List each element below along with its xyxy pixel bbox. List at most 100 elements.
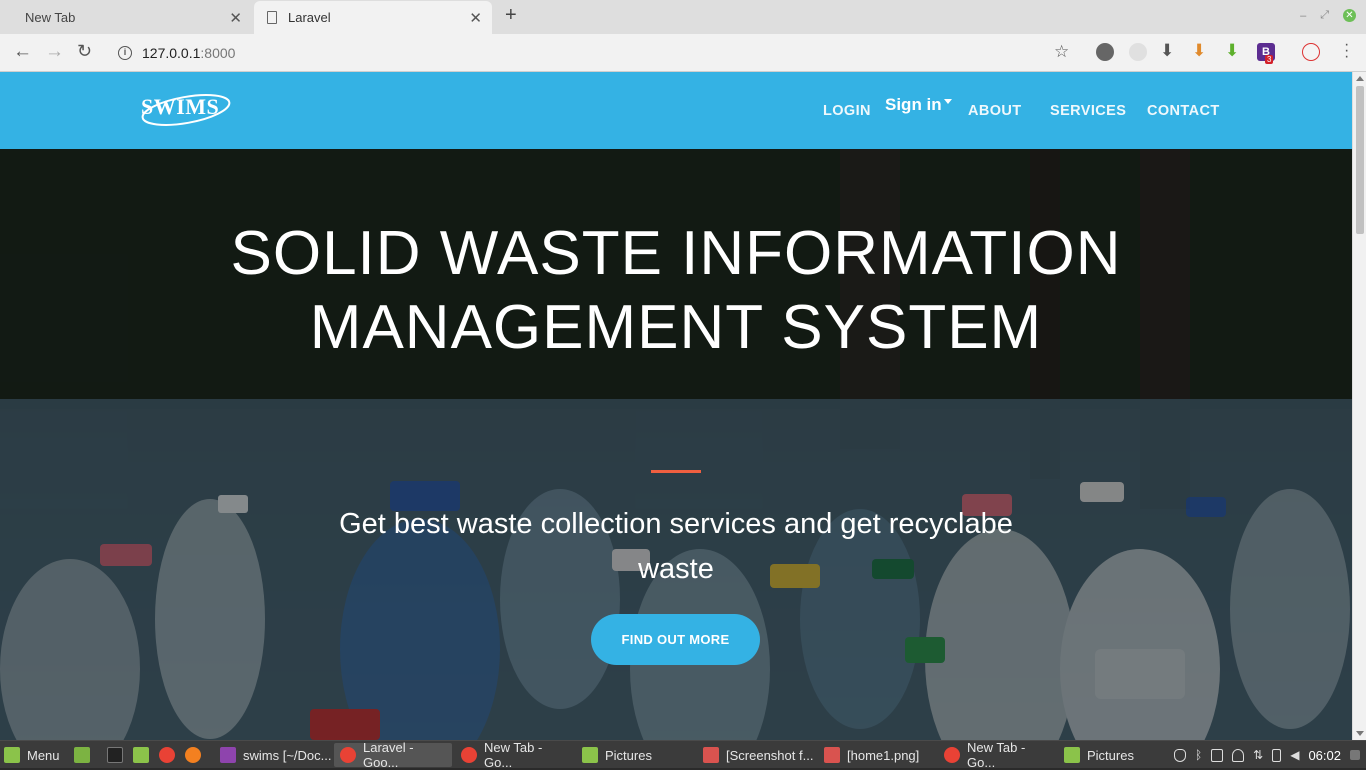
- url-port: :8000: [200, 45, 236, 61]
- close-tab-icon[interactable]: ✕: [229, 9, 242, 27]
- nav-signin-label: Sign in: [885, 95, 942, 114]
- url-text: 127.0.0.1:8000: [142, 45, 235, 61]
- extension-download-orange-icon[interactable]: ⬇: [1192, 41, 1210, 60]
- launcher-files[interactable]: [133, 741, 156, 769]
- hero-subtitle: Get best waste collection services and g…: [339, 508, 1013, 585]
- chrome-icon: [461, 747, 477, 763]
- address-bar[interactable]: i 127.0.0.1:8000: [108, 39, 1083, 67]
- menu-label: Menu: [27, 747, 60, 763]
- folder-icon: [133, 747, 149, 763]
- image-viewer-icon: [824, 747, 840, 763]
- chrome-icon: [159, 747, 175, 763]
- taskbar-window[interactable]: New Tab - Go...: [455, 740, 573, 770]
- launcher-terminal[interactable]: [107, 741, 130, 769]
- taskbar-window[interactable]: swims [~/Doc...: [214, 743, 332, 767]
- terminal-icon: [107, 747, 123, 763]
- forward-icon[interactable]: →: [45, 41, 64, 63]
- extension-globe-icon[interactable]: [1096, 43, 1114, 61]
- nav-contact[interactable]: CONTACT: [1147, 103, 1220, 119]
- tab-laravel[interactable]: Laravel ✕: [254, 1, 492, 34]
- nav-about[interactable]: ABOUT: [968, 103, 1022, 119]
- os-taskbar: Menu swims [~/Doc... Laravel - Goo... Ne…: [0, 740, 1366, 770]
- browser-toolbar: ← → ↻ i 127.0.0.1:8000 ☆ ⬇ ⬇ ⬇ B 3 · · ·: [0, 34, 1366, 72]
- tab-title: Laravel: [288, 10, 331, 25]
- shield-icon[interactable]: [1173, 748, 1186, 762]
- scrollbar-thumb[interactable]: [1356, 86, 1364, 234]
- extension-download-green-icon[interactable]: ⬇: [1225, 41, 1243, 60]
- page-icon: [267, 11, 277, 24]
- nav-signin-dropdown[interactable]: Sign in: [885, 95, 952, 115]
- taskbar-window[interactable]: New Tab - Go...: [938, 740, 1056, 770]
- hero-title-line2: MANAGEMENT SYSTEM: [309, 293, 1043, 362]
- network-icon[interactable]: ⇅: [1253, 748, 1263, 762]
- folder-icon: [1064, 747, 1080, 763]
- tab-title: New Tab: [25, 10, 76, 25]
- taskbar-window-label: swims [~/Doc...: [243, 747, 332, 763]
- taskbar-window-label: Pictures: [1087, 747, 1134, 763]
- taskbar-window-label: [home1.png]: [847, 747, 920, 763]
- clipboard-icon[interactable]: [1211, 748, 1224, 762]
- folder-icon: [582, 747, 598, 763]
- profile-avatar-icon[interactable]: [1302, 43, 1320, 61]
- tab-new-tab[interactable]: New Tab ✕: [0, 1, 252, 34]
- show-desktop-icon[interactable]: [1350, 750, 1360, 760]
- clock[interactable]: 06:02: [1308, 748, 1341, 763]
- phpstorm-icon: [220, 747, 236, 763]
- caret-down-icon: [943, 99, 952, 105]
- browser-menu-icon[interactable]: · · ·: [1344, 37, 1349, 65]
- hero-title-line1: SOLID WASTE INFORMATION: [230, 219, 1122, 288]
- taskbar-window-label: Pictures: [605, 747, 652, 763]
- taskbar-window[interactable]: Pictures: [576, 743, 694, 767]
- hero-section: SOLID WASTE INFORMATION MANAGEMENT SYSTE…: [0, 149, 1352, 740]
- extension-badge: 3: [1265, 55, 1274, 64]
- start-menu-button[interactable]: Menu: [4, 741, 60, 769]
- new-tab-button[interactable]: +: [505, 4, 517, 27]
- chrome-icon: [944, 747, 960, 763]
- close-tab-icon[interactable]: ✕: [469, 9, 482, 27]
- volume-icon[interactable]: ◀: [1290, 748, 1299, 762]
- minimize-icon[interactable]: –: [1300, 10, 1306, 22]
- desktop-icon: [74, 747, 90, 763]
- bluetooth-icon[interactable]: ᛒ: [1195, 748, 1202, 762]
- launcher-chrome[interactable]: [159, 741, 182, 769]
- browser-tabbar: New Tab ✕ Laravel ✕ + – ⤢ ✕: [0, 0, 1366, 34]
- system-tray: ᛒ ⇅ ◀ 06:02: [1173, 741, 1366, 769]
- taskbar-window[interactable]: [Screenshot f...: [697, 743, 815, 767]
- scroll-up-icon[interactable]: [1356, 76, 1364, 81]
- taskbar-window[interactable]: [home1.png]: [818, 743, 936, 767]
- scroll-down-icon[interactable]: [1356, 731, 1364, 736]
- taskbar-window-label: New Tab - Go...: [484, 740, 543, 770]
- user-icon[interactable]: [1232, 748, 1245, 762]
- bookmark-star-icon[interactable]: ☆: [1054, 42, 1069, 62]
- taskbar-window-label: Laravel - Goo...: [363, 740, 414, 770]
- mint-logo-icon: [4, 747, 20, 763]
- page-scrollbar[interactable]: [1352, 72, 1366, 740]
- taskbar-window-label: [Screenshot f...: [726, 747, 814, 763]
- extension-ghost-icon[interactable]: [1129, 43, 1147, 61]
- close-window-icon[interactable]: ✕: [1343, 9, 1356, 22]
- battery-icon[interactable]: [1272, 748, 1282, 762]
- nav-services[interactable]: SERVICES: [1050, 103, 1126, 119]
- site-navbar: SWIMS LOGIN Sign in ABOUT SERVICES CONTA…: [0, 72, 1352, 149]
- page-viewport: SWIMS LOGIN Sign in ABOUT SERVICES CONTA…: [0, 72, 1352, 740]
- hero-title: SOLID WASTE INFORMATION MANAGEMENT SYSTE…: [0, 217, 1352, 365]
- hero-divider: [651, 470, 701, 473]
- back-icon[interactable]: ←: [13, 41, 32, 63]
- find-out-more-button[interactable]: FIND OUT MORE: [591, 614, 760, 665]
- site-logo[interactable]: SWIMS: [138, 86, 234, 136]
- firefox-icon: [185, 747, 201, 763]
- maximize-icon[interactable]: ⤢: [1320, 9, 1329, 22]
- nav-login[interactable]: LOGIN: [823, 103, 871, 119]
- reload-icon[interactable]: ↻: [77, 41, 92, 62]
- chrome-icon: [340, 747, 356, 763]
- logo-text: SWIMS: [141, 94, 220, 119]
- taskbar-window[interactable]: Pictures: [1058, 743, 1168, 767]
- taskbar-window[interactable]: Laravel - Goo...: [334, 740, 452, 770]
- extension-download-icon[interactable]: ⬇: [1160, 41, 1178, 60]
- taskbar-window-label: New Tab - Go...: [967, 740, 1026, 770]
- image-viewer-icon: [703, 747, 719, 763]
- launcher-show-desktop[interactable]: [74, 741, 97, 769]
- launcher-firefox[interactable]: [185, 741, 208, 769]
- site-info-icon[interactable]: i: [118, 46, 132, 60]
- window-controls: – ⤢ ✕: [1300, 9, 1356, 22]
